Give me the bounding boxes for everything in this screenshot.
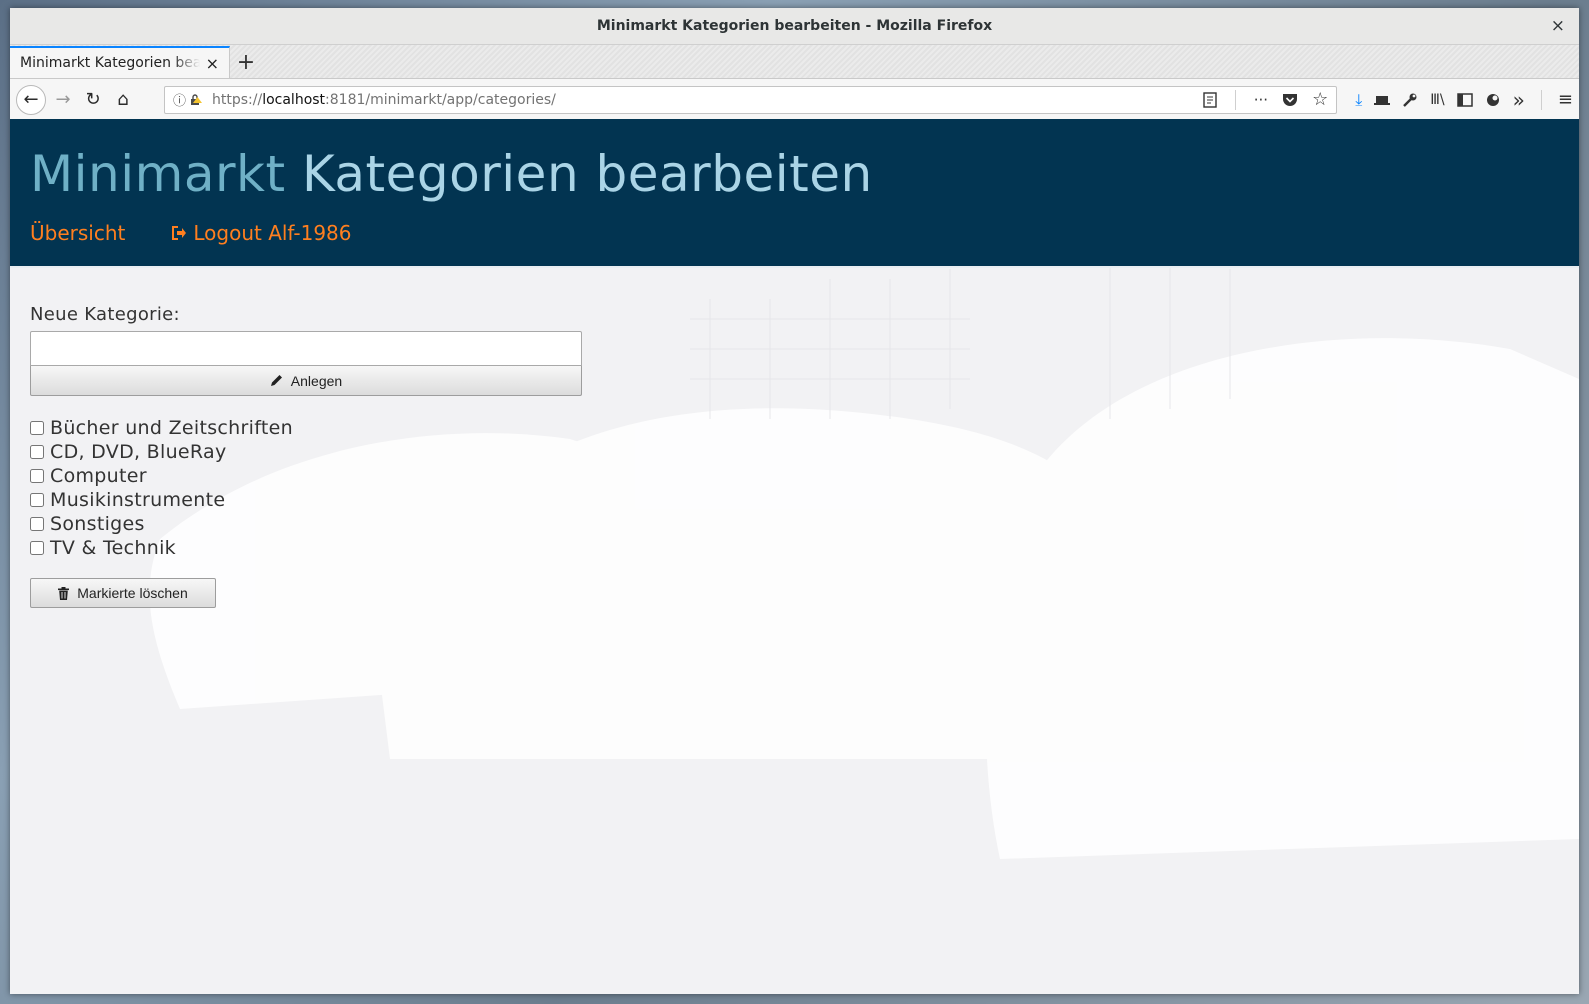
window-title: Minimarkt Kategorien bearbeiten - Mozill… (596, 18, 993, 34)
download-icon[interactable]: ⤓ (1355, 90, 1362, 110)
create-category-button[interactable]: Anlegen (30, 366, 582, 396)
category-label: Computer (50, 465, 147, 487)
page-header: Minimarkt Kategorien bearbeiten Übersich… (10, 119, 1579, 268)
url-bar-separator (1234, 89, 1236, 110)
insecure-lock-icon[interactable] (190, 93, 203, 106)
logout-icon (172, 226, 187, 240)
new-category-label: Neue Kategorie: (30, 304, 180, 325)
back-button[interactable]: ← (16, 84, 46, 115)
reader-view-icon[interactable] (1203, 91, 1217, 108)
pencil-icon (270, 375, 282, 386)
page-title-text: Kategorien bearbeiten (301, 145, 873, 203)
nav-logout-link[interactable]: Logout Alf-1986 (171, 221, 352, 245)
create-button-label: Anlegen (290, 372, 343, 389)
new-category-input[interactable] (30, 331, 582, 366)
toolbar-icons: ⤓ Ⅲ\ » ≡ (1355, 88, 1573, 112)
url-text[interactable]: https://localhost:8181/minimarkt/app/cat… (212, 92, 1203, 108)
url-scheme: https:// (212, 91, 263, 108)
tab-bar: Minimarkt Kategorien bearbeiten × + (10, 45, 1579, 79)
category-label: Sonstiges (50, 513, 145, 535)
site-info-icon[interactable]: ⓘ (173, 90, 186, 109)
window-titlebar: Minimarkt Kategorien bearbeiten - Mozill… (10, 8, 1579, 45)
category-label: Bücher und Zeitschriften (50, 417, 293, 439)
list-item[interactable]: Bücher und Zeitschriften (30, 416, 1559, 440)
url-bar[interactable]: ⓘ https://localhost:8181/minimarkt/app/c… (164, 85, 1338, 114)
sidebar-icon[interactable] (1456, 92, 1473, 107)
url-bar-actions: ··· ☆ (1203, 89, 1328, 110)
list-item[interactable]: TV & Technik (30, 536, 1559, 560)
new-tab-button[interactable]: + (230, 46, 262, 78)
page-viewport: Minimarkt Kategorien bearbeiten Übersich… (10, 119, 1579, 994)
category-checkbox[interactable] (30, 493, 44, 507)
delete-selected-button[interactable]: Markierte löschen (30, 578, 216, 608)
category-checkbox[interactable] (30, 445, 44, 459)
window-close-button[interactable]: × (1551, 16, 1565, 36)
hamburger-menu-icon[interactable]: ≡ (1558, 89, 1573, 110)
delete-button-label: Markierte löschen (77, 585, 188, 601)
overflow-menu-icon[interactable]: » (1513, 88, 1525, 112)
toolbar-separator (1540, 89, 1542, 110)
list-item[interactable]: Computer (30, 464, 1559, 488)
category-label: Musikinstrumente (50, 489, 226, 511)
forward-button[interactable]: → (48, 85, 78, 115)
category-checkbox[interactable] (30, 541, 44, 555)
list-item[interactable]: Musikinstrumente (30, 488, 1559, 512)
navigation-toolbar: ← → ↻ ⌂ ⓘ https://localhost:8181/minimar… (10, 79, 1579, 121)
trash-icon (58, 586, 70, 600)
category-checkbox[interactable] (30, 469, 44, 483)
url-path: :8181/minimarkt/app/categories/ (325, 91, 556, 108)
page-actions-icon[interactable]: ··· (1254, 91, 1268, 109)
tab-active[interactable]: Minimarkt Kategorien bearbeiten × (10, 46, 230, 78)
category-label: CD, DVD, BlueRay (50, 441, 227, 463)
category-checkbox[interactable] (30, 517, 44, 531)
main-content: Neue Kategorie: Anlegen Bücher und Zeits… (10, 268, 1579, 608)
nav-overview-link[interactable]: Übersicht (30, 221, 125, 245)
url-host: localhost (262, 91, 326, 108)
category-list: Bücher und Zeitschriften CD, DVD, BlueRa… (30, 416, 1559, 560)
extension-icon[interactable] (1485, 92, 1501, 108)
library-icon[interactable]: Ⅲ\ (1430, 92, 1444, 108)
brand-name: Minimarkt (30, 145, 286, 203)
tab-close-icon[interactable]: × (206, 54, 219, 73)
main-nav: Übersicht Logout Alf-1986 (30, 221, 1559, 245)
category-label: TV & Technik (50, 537, 176, 559)
logout-label: Logout Alf-1986 (193, 221, 352, 245)
page-title: Minimarkt Kategorien bearbeiten (30, 119, 1559, 203)
bookmark-star-icon[interactable]: ☆ (1312, 89, 1328, 110)
pocket-icon[interactable] (1282, 93, 1298, 107)
browser-window: Minimarkt Kategorien bearbeiten - Mozill… (10, 8, 1579, 994)
screenshot-icon[interactable] (1374, 94, 1391, 106)
tab-title: Minimarkt Kategorien bearbeiten (20, 55, 200, 71)
reload-button[interactable]: ↻ (78, 85, 108, 115)
list-item[interactable]: Sonstiges (30, 512, 1559, 536)
list-item[interactable]: CD, DVD, BlueRay (30, 440, 1559, 464)
wrench-icon[interactable] (1402, 92, 1418, 108)
category-checkbox[interactable] (30, 421, 44, 435)
home-button[interactable]: ⌂ (108, 85, 138, 115)
